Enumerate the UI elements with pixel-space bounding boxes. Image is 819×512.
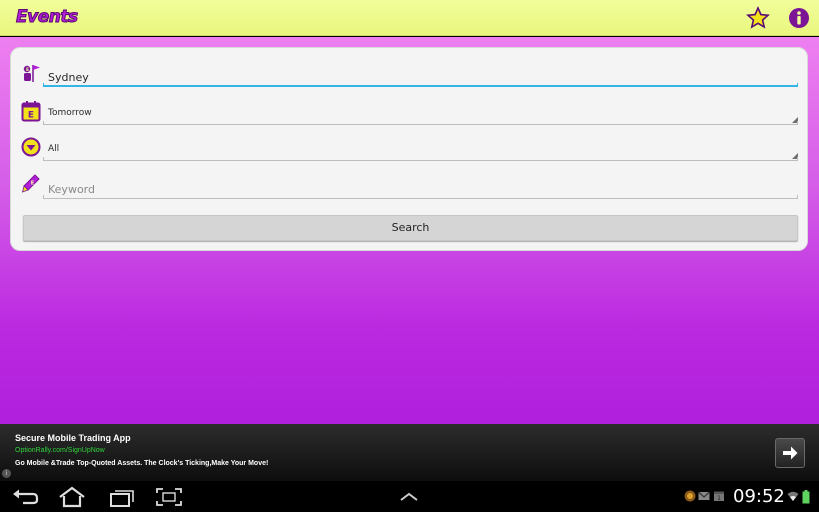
pencil-icon: E [21,173,41,195]
location-underline [43,83,798,87]
svg-text:E: E [26,67,29,73]
app-logo: Events [16,7,79,28]
back-icon [13,489,39,505]
main-content: E E Tomorrow [0,37,819,424]
location-input[interactable] [43,68,798,87]
calendar-notification-icon[interactable]: 1 [713,490,725,502]
location-field[interactable] [43,66,798,87]
menu-up-button[interactable] [392,486,426,508]
battery-icon[interactable] [802,490,810,504]
svg-text:E: E [28,111,34,121]
date-selected-value: Tomorrow [48,108,92,118]
svg-text:1: 1 [717,495,721,502]
date-underline [43,121,798,125]
category-underline [43,157,798,161]
gmail-icon[interactable] [698,490,710,502]
keyword-field[interactable] [43,178,798,199]
home-button[interactable] [55,486,89,508]
ad-info-icon[interactable]: i [2,469,11,478]
date-spinner[interactable]: Tomorrow [43,104,798,125]
calendar-icon: E [21,100,41,122]
action-bar: Events [0,0,819,36]
star-icon [746,6,770,29]
dropdown-circle-icon [21,136,41,158]
info-icon [789,8,809,28]
clock: 09:52 [733,486,785,507]
svg-text:E: E [31,181,35,187]
search-button[interactable]: Search [23,215,798,241]
info-button[interactable] [787,6,811,30]
ad-banner[interactable]: Secure Mobile Trading App OptionRally.co… [0,424,819,481]
search-form-card: E E Tomorrow [10,47,808,251]
ad-open-button[interactable] [775,438,805,468]
menu-up-icon [400,492,418,501]
ad-description: Go Mobile &Trade Top-Quoted Assets. The … [15,460,269,467]
back-button[interactable] [9,486,43,508]
arrow-right-icon [783,446,798,460]
category-selected-value: All [48,144,60,154]
app-notification-icon[interactable] [684,490,696,502]
location-flag-icon: E [21,62,41,84]
system-bar: 1 09:52 [0,481,819,512]
screenshot-icon [156,488,182,506]
ad-url: OptionRally.com/SignUpNow [15,447,105,454]
ad-title: Secure Mobile Trading App [15,433,131,443]
category-spinner[interactable]: All [43,140,798,161]
home-icon [59,486,85,508]
keyword-input[interactable] [43,180,798,199]
recent-apps-button[interactable] [104,486,138,508]
wifi-icon[interactable] [787,490,799,502]
keyword-underline [43,195,798,199]
screenshot-button[interactable] [152,486,186,508]
recent-apps-icon [110,490,134,507]
favorites-button[interactable] [746,6,770,30]
